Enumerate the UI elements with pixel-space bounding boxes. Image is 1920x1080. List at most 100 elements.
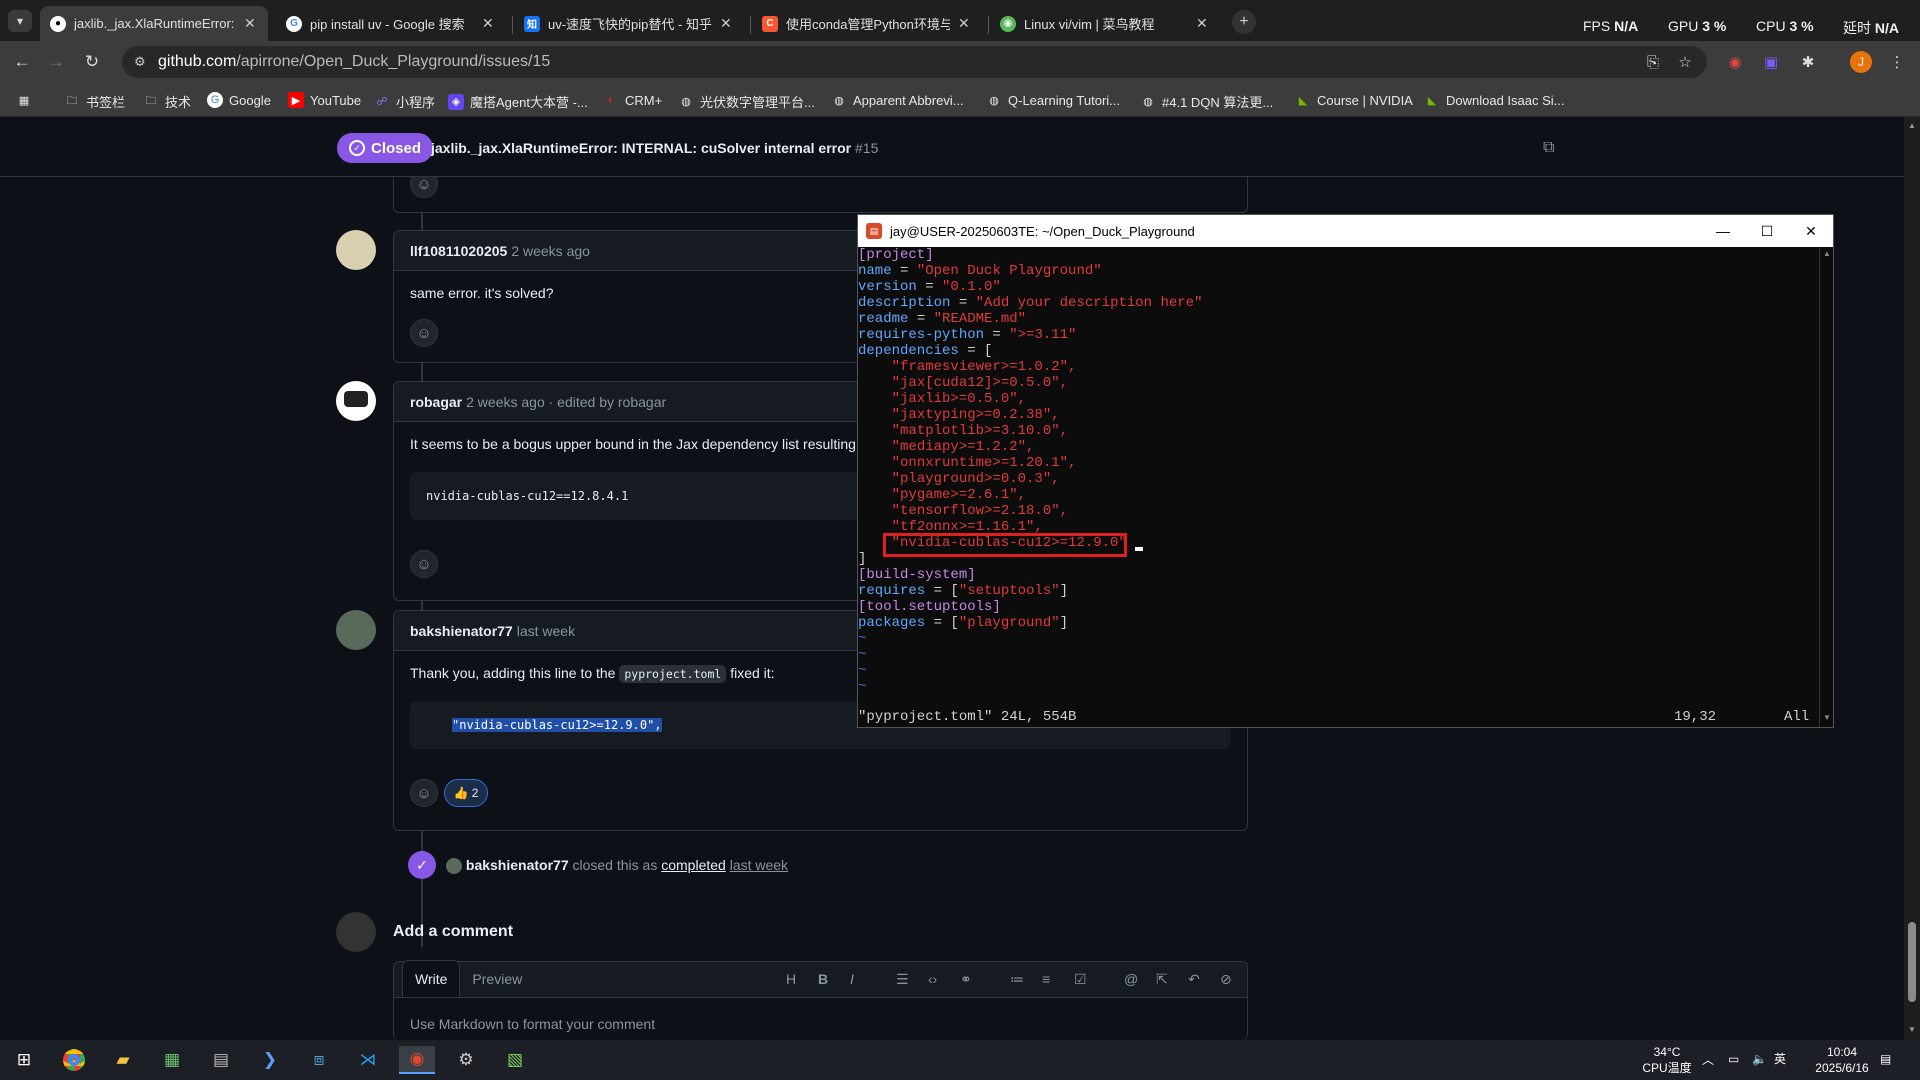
- copy-icon[interactable]: ⧉: [1543, 139, 1554, 157]
- heading-tool[interactable]: H: [786, 971, 796, 987]
- comment-textarea[interactable]: Use Markdown to format your comment: [410, 1016, 655, 1032]
- windows-start-icon[interactable]: ⊞: [6, 1046, 42, 1074]
- network-icon[interactable]: ▭: [1728, 1051, 1739, 1067]
- site-info-icon[interactable]: ⚙: [134, 54, 150, 70]
- close-icon[interactable]: ✕: [958, 15, 972, 32]
- vscode-icon[interactable]: ⋊: [350, 1046, 386, 1074]
- extension-red-icon[interactable]: ◉: [1724, 51, 1746, 73]
- bookmark-youtube[interactable]: ▶ YouTube: [288, 92, 361, 108]
- reply-icon[interactable]: ↶: [1188, 971, 1200, 988]
- reference-icon[interactable]: ⇱: [1156, 971, 1168, 988]
- bulleted-list-icon[interactable]: ≔: [1010, 971, 1024, 988]
- maximize-icon[interactable]: ☐: [1745, 215, 1789, 247]
- nvidia-icon: ◣: [1298, 94, 1308, 107]
- avatar[interactable]: [336, 912, 376, 952]
- page-scrollbar[interactable]: ▲ ▼: [1904, 117, 1920, 1040]
- comment-author[interactable]: bakshienator77: [410, 623, 513, 639]
- avatar[interactable]: [336, 610, 376, 650]
- vim-buffer[interactable]: [project] name = "Open Duck Playground" ve…: [858, 247, 1818, 727]
- back-arrow-icon[interactable]: ←: [10, 50, 34, 74]
- volume-icon[interactable]: 🔈: [1752, 1051, 1767, 1067]
- code-icon[interactable]: ‹›: [928, 971, 937, 987]
- italic-tool[interactable]: I: [850, 971, 854, 987]
- avatar[interactable]: [336, 381, 376, 421]
- profile-avatar[interactable]: J: [1850, 51, 1872, 73]
- kebab-menu-icon[interactable]: ⋮: [1886, 51, 1908, 73]
- tab-preview[interactable]: Preview: [460, 961, 534, 997]
- tab-csdn[interactable]: C 使用conda管理Python环境与包 ✕: [752, 6, 982, 41]
- bookmark-folder-bookmarks[interactable]: 🗀 书签栏: [64, 92, 126, 111]
- status-badge: ✓ Closed: [337, 133, 434, 163]
- task-list-icon[interactable]: ☑: [1074, 971, 1087, 988]
- bold-tool[interactable]: B: [818, 971, 828, 987]
- terminal-window[interactable]: ▤ jay@USER-20250603TE: ~/Open_Duck_Playg…: [857, 214, 1834, 728]
- close-icon[interactable]: ✕: [1789, 215, 1833, 247]
- install-app-icon[interactable]: ⎘: [1642, 51, 1664, 73]
- calculator-icon[interactable]: ▤: [203, 1046, 239, 1074]
- bookmark-star-icon[interactable]: ☆: [1674, 51, 1696, 73]
- add-reaction-smiley-icon[interactable]: ☺: [410, 319, 438, 347]
- comment-author[interactable]: robagar: [410, 394, 462, 410]
- browser-toolbar: ← → ↻ github.com/apirrone/Open_Duck_Play…: [0, 41, 1920, 83]
- close-icon[interactable]: ✕: [482, 15, 496, 32]
- tab-github-issue[interactable]: ● jaxlib._jax.XlaRuntimeError: I ✕: [40, 6, 268, 41]
- thumbs-up-reaction[interactable]: 👍 2: [444, 779, 488, 807]
- bookmark-pv[interactable]: ◍ 光伏数字管理平台...: [678, 92, 815, 111]
- bookmark-miniprogram[interactable]: ☍ 小程序: [374, 92, 435, 111]
- ime-indicator[interactable]: 英: [1774, 1051, 1786, 1067]
- minimize-icon[interactable]: —: [1701, 215, 1745, 247]
- bookmark-modelscope[interactable]: ◈ 魔搭Agent大本营 -...: [448, 92, 588, 111]
- reload-icon[interactable]: ↻: [80, 50, 104, 74]
- extensions-puzzle-icon[interactable]: ✱: [1797, 51, 1819, 73]
- closed-check-icon: ✓: [349, 140, 365, 156]
- add-reaction-smiley-icon[interactable]: ☺: [410, 550, 438, 578]
- comment-author[interactable]: llf10811020205: [410, 243, 507, 259]
- settings-gear-icon[interactable]: ⚙: [448, 1046, 484, 1074]
- bookmark-qlearning[interactable]: ◍ Q-Learning Tutori...: [986, 92, 1120, 108]
- globe-icon: ◍: [989, 94, 999, 107]
- bookmark-abbrevi[interactable]: ◍ Apparent Abbrevi...: [831, 92, 963, 108]
- notepad-icon[interactable]: ▧: [497, 1046, 533, 1074]
- close-icon[interactable]: ✕: [720, 15, 734, 32]
- forward-arrow-icon[interactable]: →: [44, 50, 68, 74]
- bookmark-folder-tech[interactable]: 🗀 技术: [143, 92, 192, 111]
- apps-grid-icon[interactable]: ▦: [16, 92, 32, 108]
- slash-commands-icon[interactable]: ⊘: [1220, 971, 1232, 988]
- bookmark-crm[interactable]: ◐ CRM+: [603, 92, 663, 108]
- chevron-up-icon[interactable]: ︿: [1702, 1052, 1714, 1068]
- terminal-titlebar[interactable]: ▤ jay@USER-20250603TE: ~/Open_Duck_Playg…: [858, 215, 1833, 247]
- powershell-icon[interactable]: ❯: [252, 1046, 288, 1074]
- new-tab-icon[interactable]: +: [1232, 10, 1256, 34]
- close-event: bakshienator77 closed this as completed …: [446, 857, 788, 875]
- bookmark-dqn[interactable]: ◍ #4.1 DQN 算法更...: [1140, 92, 1273, 111]
- mention-icon[interactable]: @: [1124, 971, 1138, 987]
- link-icon[interactable]: ⚭: [960, 971, 972, 988]
- ubuntu-taskbar-icon[interactable]: ◉: [399, 1046, 435, 1074]
- bookmark-nvidia-course[interactable]: ◣ Course | NVIDIA: [1295, 92, 1413, 108]
- scrollbar-thumb[interactable]: [1908, 922, 1916, 1002]
- clock[interactable]: 10:04 2025/6/16: [1808, 1044, 1876, 1076]
- remote-desktop-icon[interactable]: ⧈: [301, 1046, 337, 1074]
- tab-runoob[interactable]: ◉ Linux vi/vim | 菜鸟教程 ✕: [990, 6, 1220, 41]
- task-manager-icon[interactable]: ▦: [154, 1046, 190, 1074]
- close-icon[interactable]: ✕: [1196, 15, 1210, 32]
- tab-write[interactable]: Write: [402, 960, 461, 997]
- close-icon[interactable]: ✕: [244, 15, 258, 32]
- crm-icon: ◐: [607, 94, 615, 106]
- bookmark-isaac[interactable]: ◣ Download Isaac Si...: [1424, 92, 1565, 108]
- add-reaction-smiley-icon[interactable]: ☺: [410, 779, 438, 807]
- bookmark-google[interactable]: G Google: [207, 92, 271, 108]
- numbered-list-icon[interactable]: ≡: [1042, 971, 1050, 987]
- notification-icon[interactable]: ▤: [1880, 1051, 1891, 1067]
- tab-google-search[interactable]: G pip install uv - Google 搜索 ✕: [276, 6, 506, 41]
- file-explorer-icon[interactable]: ▰: [105, 1046, 141, 1074]
- chrome-icon[interactable]: [56, 1046, 92, 1074]
- folder-icon: 🗀: [66, 95, 78, 107]
- address-bar[interactable]: github.com/apirrone/Open_Duck_Playground…: [122, 46, 1707, 78]
- extension-purple-icon[interactable]: ▣: [1760, 51, 1782, 73]
- tab-search-chevron-icon[interactable]: ▾: [8, 10, 32, 32]
- avatar[interactable]: [336, 230, 376, 270]
- terminal-scrollbar[interactable]: ▲ ▼: [1819, 247, 1833, 727]
- tab-zhihu[interactable]: 知 uv-速度飞快的pip替代 - 知乎 ✕: [514, 6, 744, 41]
- quote-icon[interactable]: ☰: [896, 971, 909, 988]
